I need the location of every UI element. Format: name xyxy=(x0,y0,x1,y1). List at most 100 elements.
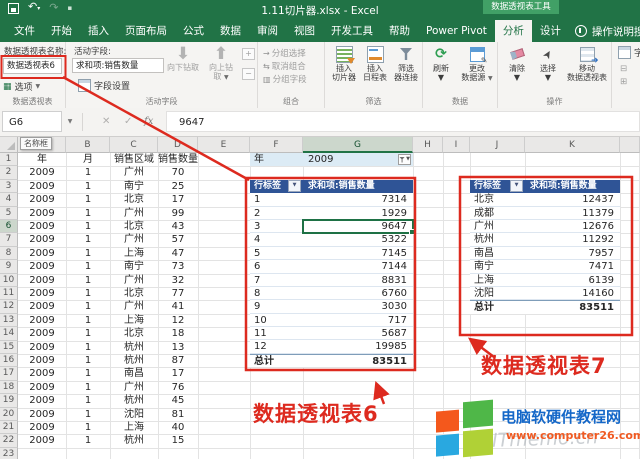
cell[interactable]: 1 xyxy=(66,207,110,220)
cell[interactable]: 2009 xyxy=(18,300,66,313)
tab-插入[interactable]: 插入 xyxy=(80,20,117,42)
column-header-D[interactable]: D xyxy=(158,137,198,153)
cell[interactable]: 1 xyxy=(66,260,110,273)
cell[interactable]: 南昌 xyxy=(110,367,158,380)
cell[interactable]: 1 xyxy=(66,300,110,313)
row-header-1[interactable]: 1 xyxy=(0,153,18,166)
pivot6-label[interactable]: 1 xyxy=(250,193,303,206)
column-header-H[interactable]: H xyxy=(413,137,443,153)
tab-Power Pivot[interactable]: Power Pivot xyxy=(418,20,495,42)
cell[interactable]: 广州 xyxy=(110,381,158,394)
pivot7-value[interactable]: 11292 xyxy=(525,233,620,246)
row-header-5[interactable]: 5 xyxy=(0,207,18,220)
pivot6-label[interactable]: 10 xyxy=(250,314,303,327)
cell[interactable]: 1 xyxy=(66,434,110,447)
row-header-21[interactable]: 21 xyxy=(0,421,18,434)
row-header-2[interactable]: 2 xyxy=(0,166,18,179)
cell[interactable]: 2009 xyxy=(18,207,66,220)
pivot-name-input[interactable]: 数据透视表6 xyxy=(3,58,62,74)
cell[interactable]: 杭州 xyxy=(110,341,158,354)
pivot7-value[interactable]: 7471 xyxy=(525,260,620,273)
pivot7-value[interactable]: 6139 xyxy=(525,274,620,287)
undo-icon[interactable]: ↶▾ xyxy=(28,2,40,14)
refresh-button[interactable]: ⟳ 刷新 ▼ xyxy=(425,44,457,82)
cell[interactable]: 上海 xyxy=(110,421,158,434)
ungroup-button[interactable]: ⇆取消组合 xyxy=(263,60,306,72)
cell-header-销售数量[interactable]: 销售数量 xyxy=(158,153,198,166)
cell[interactable]: 2009 xyxy=(18,354,66,367)
select-button[interactable]: ➤ 选择 ▼ xyxy=(533,44,563,82)
tab-页面布局[interactable]: 页面布局 xyxy=(117,20,175,42)
cell[interactable]: 1 xyxy=(66,274,110,287)
cell[interactable]: 41 xyxy=(158,300,198,313)
pivot6-value[interactable]: 3030 xyxy=(303,300,413,313)
pivot6-label[interactable]: 6 xyxy=(250,260,303,273)
cell[interactable]: 1 xyxy=(66,354,110,367)
change-data-source-button[interactable]: 更改 数据源 ▼ xyxy=(457,44,497,83)
cell[interactable]: 上海 xyxy=(110,314,158,327)
row-header-11[interactable]: 11 xyxy=(0,287,18,300)
pivot6-value[interactable]: 6760 xyxy=(303,287,413,300)
cell[interactable]: 2009 xyxy=(18,233,66,246)
cell[interactable]: 1 xyxy=(66,327,110,340)
pivot7-value[interactable]: 12676 xyxy=(525,220,620,233)
move-pivottable-button[interactable]: 移动 数据透视表 xyxy=(564,44,610,82)
row-header-9[interactable]: 9 xyxy=(0,260,18,273)
cell[interactable]: 1 xyxy=(66,247,110,260)
pivot6-label[interactable]: 11 xyxy=(250,327,303,340)
column-header-F[interactable]: F xyxy=(250,137,303,153)
cell[interactable]: 17 xyxy=(158,193,198,206)
tab-审阅[interactable]: 审阅 xyxy=(249,20,286,42)
pivot6-filter-field[interactable]: 年 xyxy=(254,153,264,166)
cell[interactable]: 2009 xyxy=(18,327,66,340)
cell[interactable]: 南宁 xyxy=(110,260,158,273)
cell[interactable]: 2009 xyxy=(18,260,66,273)
pivot7-label[interactable]: 广州 xyxy=(470,220,525,233)
formula-input[interactable]: 9647 xyxy=(166,111,640,132)
cell[interactable]: 1 xyxy=(66,341,110,354)
pivot7-total-label[interactable]: 总计 xyxy=(470,300,525,313)
cell[interactable]: 杭州 xyxy=(110,354,158,367)
pivot6-label[interactable]: 7 xyxy=(250,274,303,287)
site-url[interactable]: www.computer26.com xyxy=(506,429,640,442)
cell[interactable]: 广州 xyxy=(110,207,158,220)
tab-开始[interactable]: 开始 xyxy=(43,20,80,42)
formula-bar-divider[interactable] xyxy=(82,113,83,131)
tab-数据[interactable]: 数据 xyxy=(212,20,249,42)
insert-slicer-button[interactable]: 插入 切片器 xyxy=(329,44,359,82)
row-header-18[interactable]: 18 xyxy=(0,381,18,394)
drill-up-button[interactable]: ⬆ 向上钻 取 ▼ xyxy=(204,44,238,82)
pivot7-total-value[interactable]: 83511 xyxy=(525,300,620,313)
pivot6-value[interactable]: 1929 xyxy=(303,207,413,220)
options-button[interactable]: ▦ 选项 ▼ xyxy=(3,80,40,93)
pivot6-label[interactable]: 9 xyxy=(250,300,303,313)
pivot7-label[interactable]: 南宁 xyxy=(470,260,525,273)
pivot7-header-values[interactable]: 求和项:销售数量 xyxy=(525,180,620,193)
cell[interactable]: 沈阳 xyxy=(110,408,158,421)
cell[interactable]: 2009 xyxy=(18,341,66,354)
cell-header-年[interactable]: 年 xyxy=(18,153,66,166)
column-header-B[interactable]: B xyxy=(66,137,110,153)
cell[interactable]: 广州 xyxy=(110,233,158,246)
tab-公式[interactable]: 公式 xyxy=(175,20,212,42)
pivot6-label[interactable]: 5 xyxy=(250,247,303,260)
pivot6-value[interactable]: 717 xyxy=(303,314,413,327)
cell[interactable]: 47 xyxy=(158,247,198,260)
column-header-C[interactable]: C xyxy=(110,137,158,153)
customize-qat-icon[interactable]: ▪ xyxy=(67,4,72,12)
group-selection-button[interactable]: →分组选择 xyxy=(263,47,306,59)
pivot6-header-rowlabels[interactable]: 行标签▼ xyxy=(250,180,303,193)
row-header-23[interactable]: 23 xyxy=(0,448,18,459)
cell[interactable]: 77 xyxy=(158,287,198,300)
pivot6-filter-value[interactable]: 2009 xyxy=(308,153,333,166)
row-header-10[interactable]: 10 xyxy=(0,274,18,287)
cell[interactable]: 南宁 xyxy=(110,180,158,193)
row-header-14[interactable]: 14 xyxy=(0,327,18,340)
cell[interactable]: 1 xyxy=(66,314,110,327)
cell[interactable]: 2009 xyxy=(18,220,66,233)
cell[interactable]: 北京 xyxy=(110,193,158,206)
save-icon[interactable] xyxy=(8,3,19,14)
cell[interactable]: 2009 xyxy=(18,193,66,206)
selected-cell-G6[interactable] xyxy=(302,219,414,234)
filter-connections-button[interactable]: 筛选 器连接 xyxy=(391,44,421,82)
